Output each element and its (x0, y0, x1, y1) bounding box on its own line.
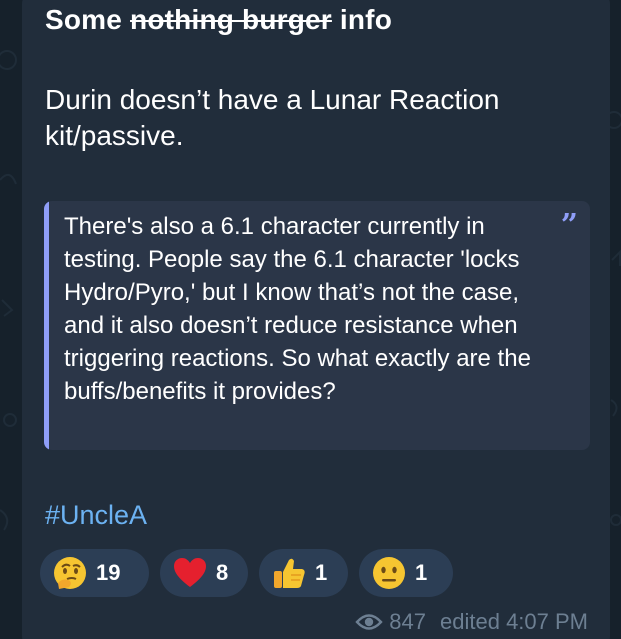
reaction-neutral[interactable]: 1 (359, 549, 453, 597)
reaction-heart[interactable]: 8 (160, 549, 248, 597)
reaction-count: 1 (315, 560, 328, 585)
neutral-face-icon (373, 557, 405, 589)
title-strikethrough: nothing burger (130, 4, 332, 35)
thinking-face-icon (54, 557, 86, 589)
reaction-thinking[interactable]: 19 (40, 549, 149, 597)
reaction-count: 1 (415, 560, 428, 585)
message-paragraph: Durin doesn’t have a Lunar Reaction kit/… (45, 84, 500, 151)
chat-screen: Some nothing burger info Durin doesn’t h… (0, 0, 621, 639)
title-prefix: Some (45, 4, 131, 35)
reaction-count: 19 (96, 560, 121, 585)
message-meta: 847 edited 4:07 PM (355, 609, 588, 635)
quote-text: There's also a 6.1 character currently i… (64, 213, 531, 405)
view-count: 847 (389, 609, 427, 634)
message-title: Some nothing burger info (45, 4, 392, 36)
title-suffix: info (331, 4, 393, 35)
edited-timestamp: edited 4:07 PM (440, 609, 588, 634)
red-heart-icon (174, 558, 206, 587)
reaction-thumbs-up[interactable]: 1 (259, 549, 348, 597)
blockquote: There's also a 6.1 character currently i… (44, 201, 590, 450)
quote-icon: ” (560, 208, 578, 243)
hashtag-link[interactable]: #UncleA (45, 500, 147, 531)
reaction-count: 8 (216, 560, 229, 585)
eye-icon (355, 614, 383, 630)
quote-accent-bar (44, 201, 49, 450)
thumbs-up-icon (274, 558, 305, 588)
